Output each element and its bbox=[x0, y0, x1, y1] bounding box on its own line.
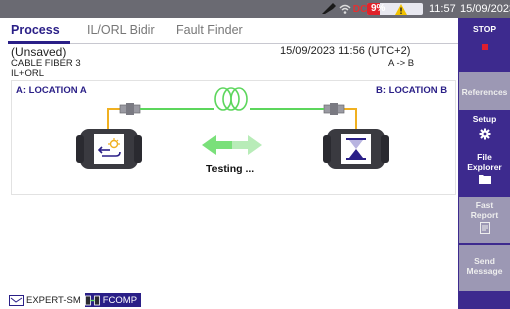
folder-icon bbox=[478, 174, 491, 184]
stop-button[interactable]: STOP bbox=[459, 24, 510, 68]
source-instrument-icon bbox=[76, 129, 142, 169]
right-sidebar: STOP References Setup File Explorer Fast… bbox=[458, 18, 510, 309]
test-status-text: Testing ... bbox=[206, 163, 255, 175]
status-bar: DC 9% 11:57 15/09/2023 bbox=[0, 0, 510, 18]
file-name: (Unsaved) bbox=[11, 45, 67, 59]
connector-icon bbox=[119, 103, 141, 115]
stop-icon bbox=[481, 44, 488, 50]
file-explorer-button[interactable]: File Explorer bbox=[459, 149, 510, 195]
report-icon bbox=[479, 222, 490, 234]
dc-power-icon: DC bbox=[352, 2, 368, 16]
dc-label: DC bbox=[352, 3, 368, 15]
stop-label: STOP bbox=[473, 24, 496, 34]
references-button[interactable]: References bbox=[459, 72, 510, 110]
file-explorer-label-1: File bbox=[477, 152, 492, 162]
test-direction: A -> B bbox=[388, 58, 415, 69]
references-label: References bbox=[461, 87, 508, 97]
test-datetime: 15/09/2023 11:56 (UTC+2) bbox=[280, 45, 411, 57]
hourglass-instrument-icon bbox=[323, 129, 389, 169]
status-date: 15/09/2023 bbox=[460, 3, 510, 15]
tab-il-orl-bidir[interactable]: IL/ORL Bidir bbox=[87, 23, 155, 37]
fast-report-button[interactable]: Fast Report bbox=[459, 197, 510, 243]
task-expert-sm-label: EXPERT-SM bbox=[26, 294, 81, 306]
expert-sm-icon bbox=[8, 294, 24, 306]
tab-fault-finder[interactable]: Fault Finder bbox=[176, 23, 243, 37]
wifi-icon bbox=[338, 2, 352, 16]
task-fcomp[interactable]: FCOMP bbox=[84, 293, 142, 307]
gear-icon bbox=[479, 128, 491, 140]
tab-bar: Process IL/ORL Bidir Fault Finder bbox=[0, 20, 458, 42]
fcomp-icon bbox=[85, 294, 101, 306]
warning-icon bbox=[394, 2, 408, 16]
fast-report-label-1: Fast bbox=[475, 200, 494, 210]
send-message-button[interactable]: Send Message bbox=[459, 245, 510, 291]
test-info-panel: (Unsaved) CABLE FIBER 3 IL+ORL 15/09/202… bbox=[8, 44, 458, 80]
tab-process[interactable]: Process bbox=[11, 23, 60, 37]
send-message-label-2: Message bbox=[466, 266, 503, 276]
probe-icon bbox=[320, 2, 338, 16]
fast-report-label-2: Report bbox=[470, 210, 499, 220]
task-expert-sm[interactable]: EXPERT-SM bbox=[8, 293, 85, 307]
test-type: IL+ORL bbox=[11, 68, 45, 79]
setup-label: Setup bbox=[472, 114, 497, 124]
fiber-link-graphic bbox=[76, 87, 389, 169]
test-diagram: A: LOCATION A B: LOCATION B Testing ... bbox=[11, 80, 456, 195]
file-explorer-label-2: Explorer bbox=[467, 162, 502, 172]
taskbar: EXPERT-SM FCOMP bbox=[8, 293, 142, 307]
task-fcomp-label: FCOMP bbox=[102, 294, 138, 306]
connector-icon bbox=[323, 103, 345, 115]
bidirectional-arrows-icon bbox=[202, 135, 262, 155]
battery-percent: 9% bbox=[371, 3, 386, 14]
fiber-spool-icon bbox=[214, 87, 248, 111]
status-time: 11:57 bbox=[429, 3, 456, 15]
setup-button[interactable]: Setup bbox=[459, 111, 510, 147]
send-message-label-1: Send bbox=[474, 256, 495, 266]
